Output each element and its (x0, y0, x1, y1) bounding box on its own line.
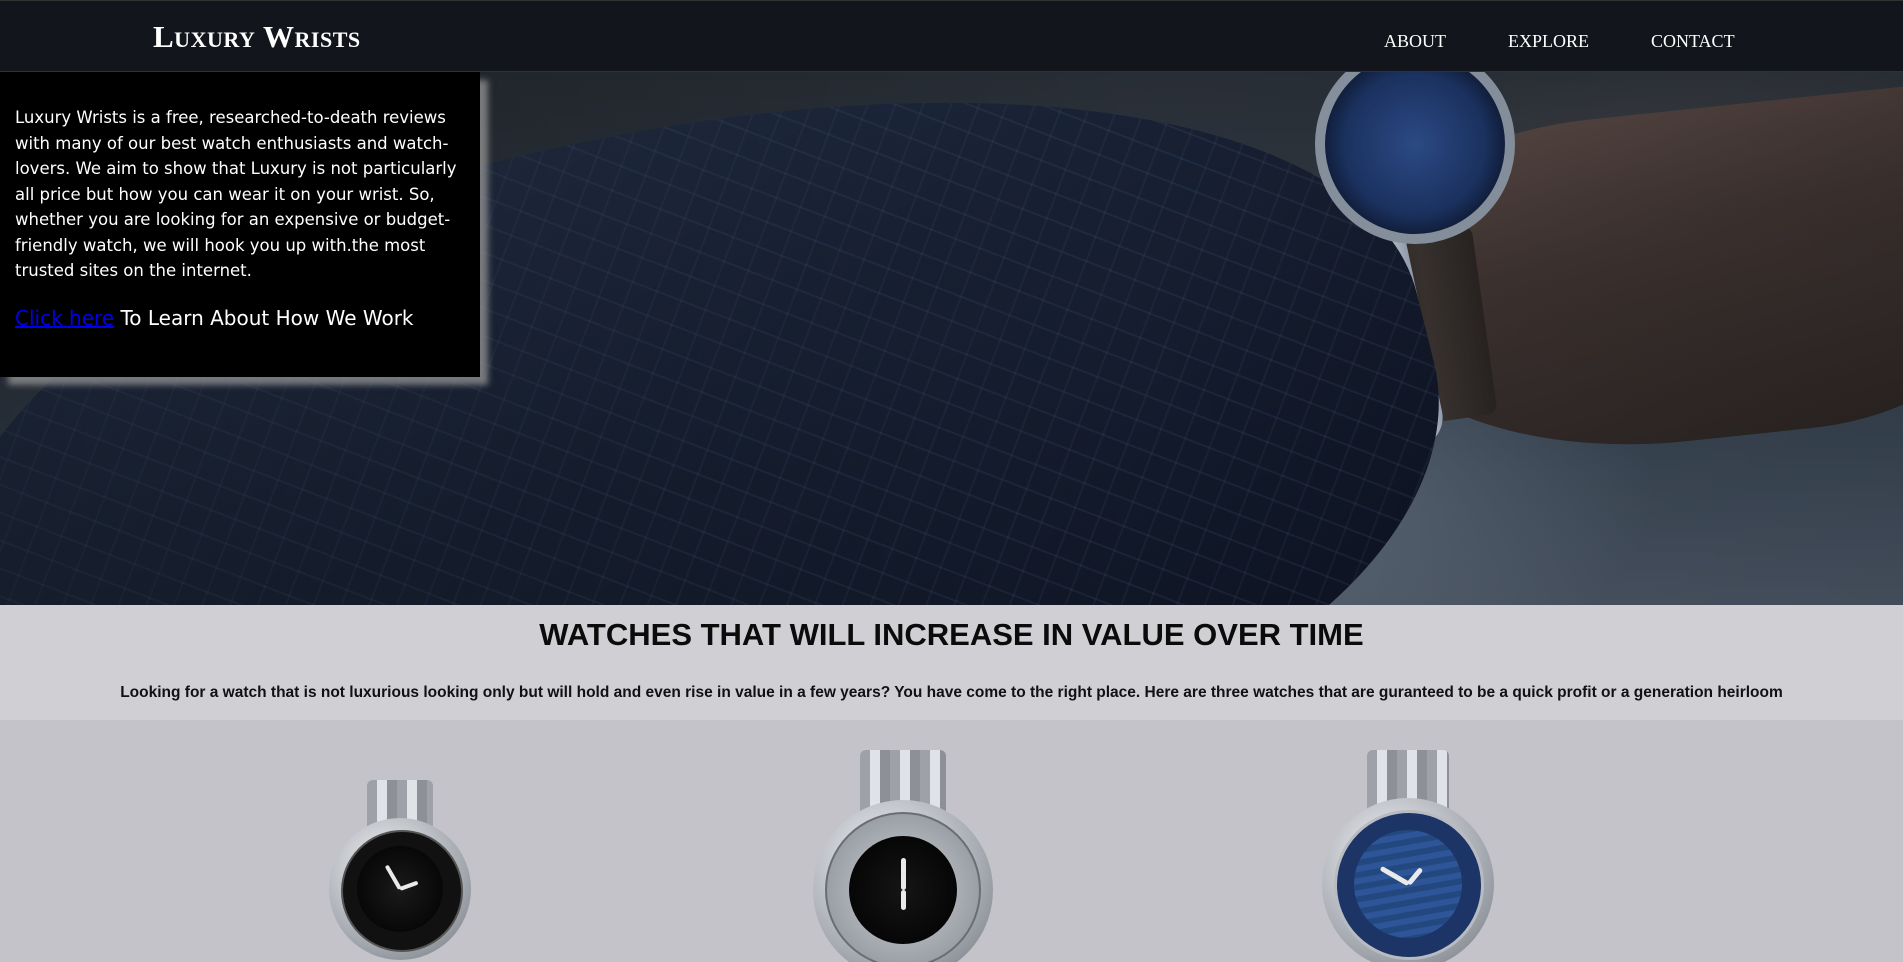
about-info-box: Luxury Wrists is a free, researched-to-d… (0, 72, 480, 377)
product-watch-rolex-image[interactable] (320, 780, 480, 962)
watch-hand (901, 890, 906, 910)
watch-case (1322, 798, 1494, 962)
watch-products-row (0, 720, 1903, 962)
product-watch-tudor-image[interactable] (808, 750, 998, 962)
nav-link-contact[interactable]: CONTACT (1651, 31, 1735, 52)
section-description: Looking for a watch that is not luxuriou… (120, 684, 1783, 701)
watch-hand (901, 858, 906, 890)
learn-more-cta: Click here To Learn About How We Work (15, 304, 465, 332)
section-title: WATCHES THAT WILL INCREASE IN VALUE OVER… (539, 617, 1364, 652)
product-watch-omega-image[interactable] (1318, 750, 1498, 962)
nav-links: ABOUT EXPLORE CONTACT (1384, 31, 1735, 52)
watch-case (329, 818, 471, 960)
brand-logo[interactable]: Luxury Wrists (153, 19, 361, 55)
nav-link-explore[interactable]: EXPLORE (1508, 31, 1589, 52)
learn-more-text: To Learn About How We Work (114, 305, 414, 330)
watch-case (813, 800, 993, 962)
about-description: Luxury Wrists is a free, researched-to-d… (15, 108, 457, 280)
value-section-header: WATCHES THAT WILL INCREASE IN VALUE OVER… (0, 605, 1903, 720)
top-navbar: Luxury Wrists ABOUT EXPLORE CONTACT (0, 0, 1903, 72)
nav-link-about[interactable]: ABOUT (1384, 31, 1446, 52)
click-here-link[interactable]: Click here (15, 306, 114, 330)
